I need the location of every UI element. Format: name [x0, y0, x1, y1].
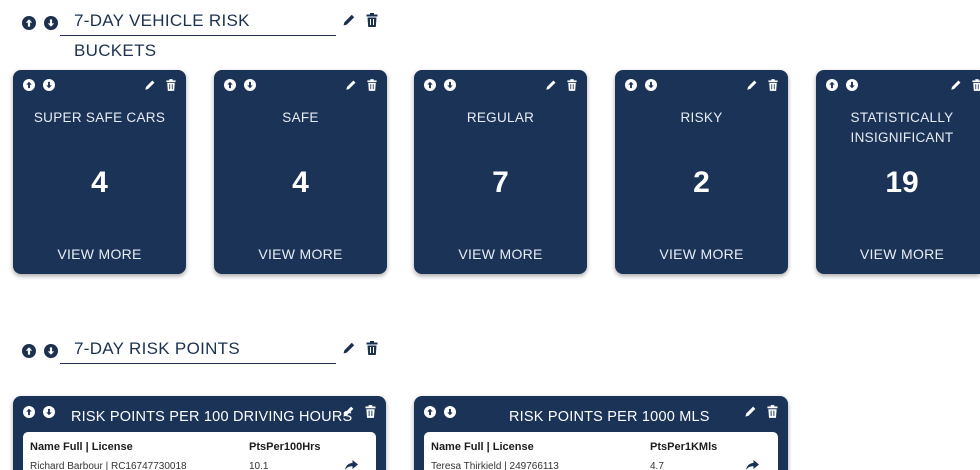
- delete-trash-icon[interactable]: [567, 79, 577, 91]
- delete-trash-icon[interactable]: [972, 79, 980, 91]
- row-value: 4.7: [650, 461, 664, 470]
- data-table: Name Full | License PtsPer100Hrs Richard…: [23, 432, 376, 470]
- bucket-card-risky: RISKY 2 VIEW MORE: [615, 70, 788, 274]
- bucket-count: 7: [492, 166, 509, 199]
- data-table: Name Full | License PtsPer1KMls Teresa T…: [424, 432, 778, 470]
- move-down-icon[interactable]: [444, 406, 456, 418]
- edit-pencil-icon[interactable]: [950, 79, 962, 91]
- bucket-count: 19: [885, 166, 919, 199]
- view-more-link[interactable]: VIEW MORE: [414, 246, 587, 262]
- edit-pencil-icon[interactable]: [342, 405, 355, 418]
- move-down-icon[interactable]: [44, 344, 58, 358]
- move-down-icon[interactable]: [244, 79, 256, 91]
- move-up-icon[interactable]: [22, 16, 36, 30]
- move-up-icon[interactable]: [424, 79, 436, 91]
- move-down-icon[interactable]: [444, 79, 456, 91]
- view-more-link[interactable]: VIEW MORE: [615, 246, 788, 262]
- move-up-icon[interactable]: [826, 79, 838, 91]
- move-down-icon[interactable]: [645, 79, 657, 91]
- bucket-label: STATISTICALLY INSIGNIFICANT: [850, 110, 954, 145]
- view-more-link[interactable]: VIEW MORE: [824, 246, 980, 262]
- row-name: Teresa Thirkield | 249766113: [431, 461, 559, 470]
- column-header-value[interactable]: PtsPer100Hrs: [249, 441, 321, 453]
- move-down-icon[interactable]: [43, 406, 55, 418]
- delete-trash-icon[interactable]: [365, 405, 376, 418]
- share-arrow-icon[interactable]: [345, 460, 358, 470]
- move-down-icon[interactable]: [44, 16, 58, 30]
- bucket-card-statistically-insignificant: STATISTICALLY INSIGNIFICANT 19 VIEW MORE: [816, 70, 980, 274]
- delete-trash-icon[interactable]: [366, 13, 378, 27]
- row-name: Richard Barbour | RC16747730018: [30, 461, 187, 470]
- panel-title: RISK POINTS PER 100 DRIVING HOURS: [71, 409, 353, 425]
- delete-trash-icon[interactable]: [768, 79, 778, 91]
- view-more-link[interactable]: VIEW MORE: [214, 246, 387, 262]
- panel-title: RISK POINTS PER 1000 MLS: [509, 409, 710, 425]
- move-up-icon[interactable]: [424, 406, 436, 418]
- bucket-count: 4: [292, 166, 309, 199]
- column-header-name[interactable]: Name Full | License: [431, 441, 534, 453]
- edit-pencil-icon[interactable]: [345, 79, 357, 91]
- move-down-icon[interactable]: [43, 79, 55, 91]
- section-title[interactable]: 7-DAY RISK POINTS: [60, 334, 336, 364]
- bucket-label: REGULAR: [466, 110, 535, 125]
- panel-points-per-100-hours: RISK POINTS PER 100 DRIVING HOURS Name F…: [13, 396, 386, 470]
- move-up-icon[interactable]: [23, 406, 35, 418]
- move-up-icon[interactable]: [22, 344, 36, 358]
- move-up-icon[interactable]: [224, 79, 236, 91]
- section-title[interactable]: 7-DAY VEHICLE RISK BUCKETS: [60, 6, 336, 60]
- delete-trash-icon[interactable]: [767, 405, 778, 418]
- edit-pencil-icon[interactable]: [744, 405, 757, 418]
- move-down-icon[interactable]: [846, 79, 858, 91]
- edit-pencil-icon[interactable]: [144, 79, 156, 91]
- edit-pencil-icon[interactable]: [342, 13, 356, 27]
- bucket-label: SAFE: [282, 110, 319, 125]
- row-value: 10.1: [249, 461, 269, 470]
- section-header-vehicle-risk-buckets: 7-DAY VEHICLE RISK BUCKETS: [22, 6, 402, 60]
- edit-pencil-icon[interactable]: [746, 79, 758, 91]
- bucket-count: 2: [693, 166, 710, 199]
- delete-trash-icon[interactable]: [166, 79, 176, 91]
- edit-pencil-icon[interactable]: [545, 79, 557, 91]
- bucket-card-regular: REGULAR 7 VIEW MORE: [414, 70, 587, 274]
- column-header-value[interactable]: PtsPer1KMls: [650, 441, 717, 453]
- move-up-icon[interactable]: [23, 79, 35, 91]
- bucket-card-safe: SAFE 4 VIEW MORE: [214, 70, 387, 274]
- bucket-label: SUPER SAFE CARS: [33, 110, 166, 125]
- bucket-count: 4: [91, 166, 108, 199]
- share-arrow-icon[interactable]: [746, 460, 759, 470]
- bucket-label: RISKY: [680, 110, 723, 125]
- delete-trash-icon[interactable]: [366, 341, 378, 355]
- move-up-icon[interactable]: [625, 79, 637, 91]
- panel-points-per-1000-mls: RISK POINTS PER 1000 MLS Name Full | Lic…: [414, 396, 788, 470]
- column-header-name[interactable]: Name Full | License: [30, 441, 133, 453]
- delete-trash-icon[interactable]: [367, 79, 377, 91]
- bucket-card-super-safe: SUPER SAFE CARS 4 VIEW MORE: [13, 70, 186, 274]
- view-more-link[interactable]: VIEW MORE: [13, 246, 186, 262]
- section-header-risk-points: 7-DAY RISK POINTS: [22, 334, 402, 370]
- edit-pencil-icon[interactable]: [342, 341, 356, 355]
